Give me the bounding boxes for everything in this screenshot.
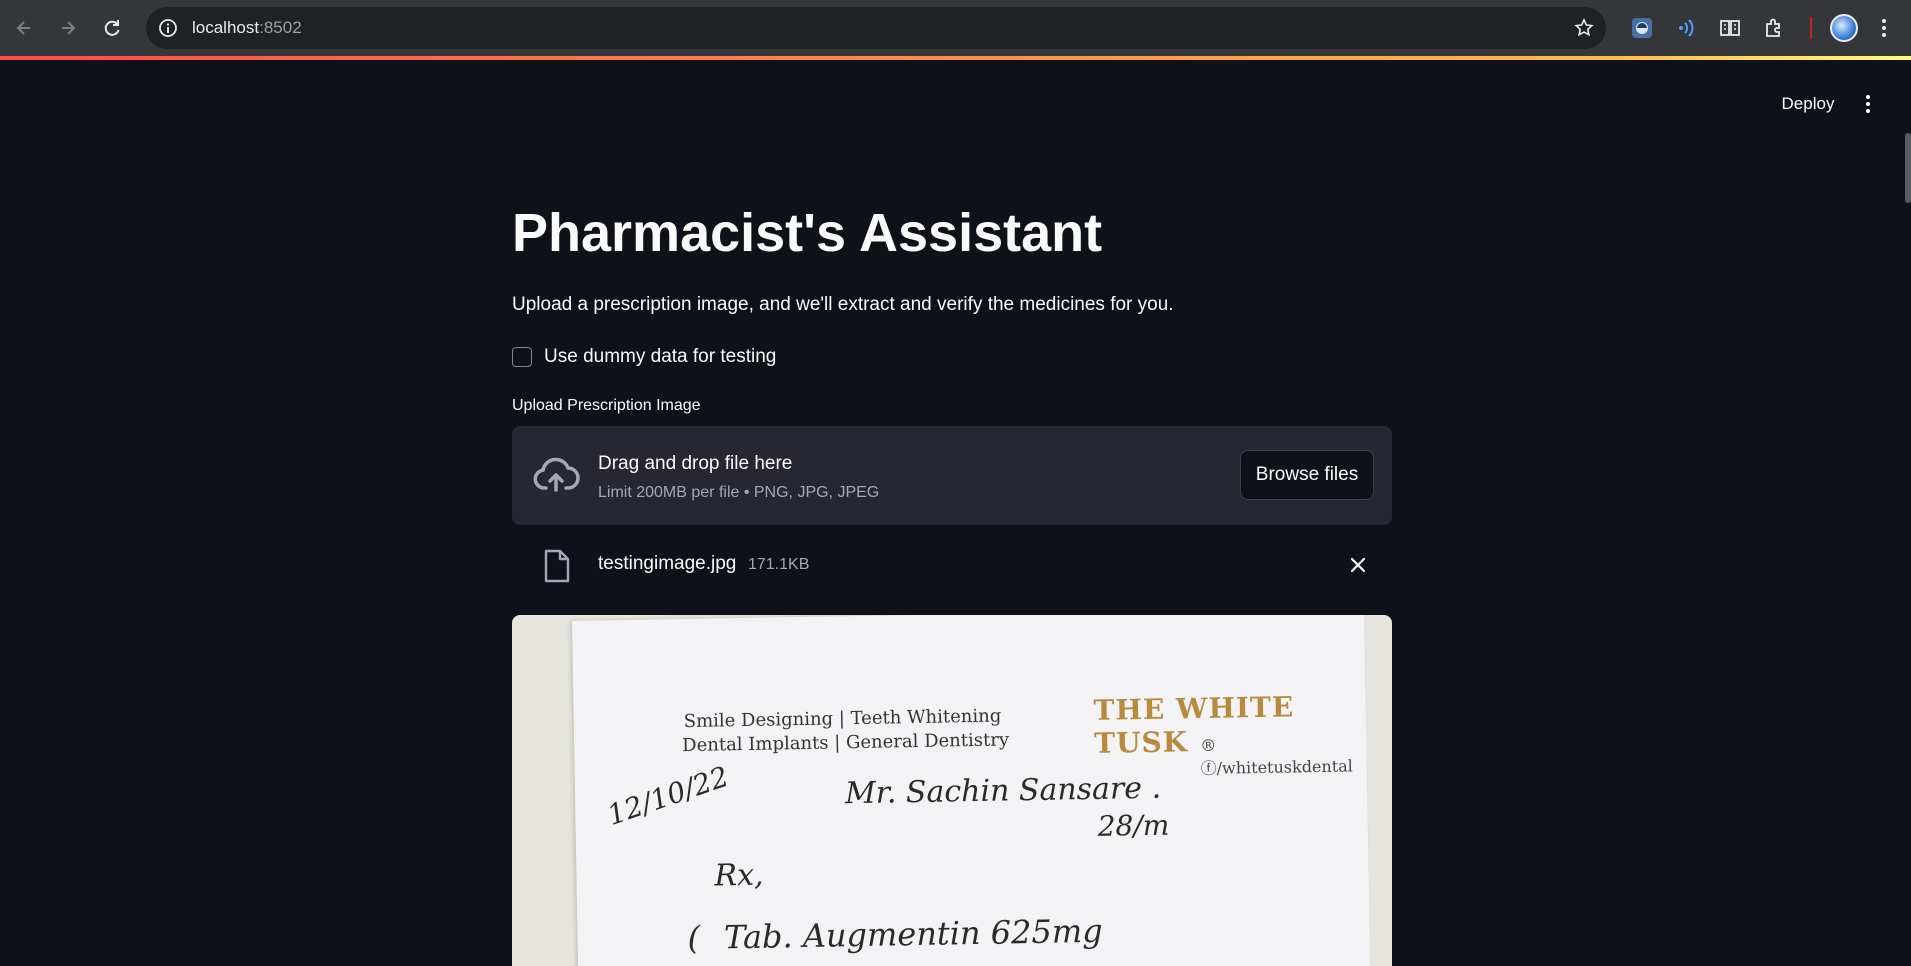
dropzone-title: Drag and drop file here (598, 453, 793, 474)
dummy-data-checkbox-row[interactable]: Use dummy data for testing (512, 344, 776, 370)
browser-menu-icon[interactable] (1872, 14, 1896, 42)
handwritten-date: 12/10/22 (603, 759, 733, 832)
app-decoration-bar (0, 56, 1911, 60)
cloud-upload-icon (533, 457, 580, 492)
handwritten-rx: Rx, (714, 857, 764, 894)
uploaded-file-row: testingimage.jpg 171.1KB (512, 540, 1392, 590)
browser-toolbar: localhost:8502 (0, 0, 1911, 56)
back-icon[interactable] (8, 12, 40, 44)
site-info-icon[interactable] (156, 16, 180, 40)
app-main-menu-icon[interactable] (1858, 90, 1878, 118)
extension-icon[interactable] (1628, 14, 1656, 42)
deploy-button[interactable]: Deploy (1768, 88, 1848, 120)
address-bar[interactable]: localhost:8502 (146, 7, 1606, 49)
file-name: testingimage.jpg (598, 553, 737, 574)
remove-file-close-icon[interactable] (1345, 552, 1371, 578)
browse-files-button[interactable]: Browse files (1240, 450, 1374, 500)
page-subtitle: Upload a prescription image, and we'll e… (512, 294, 1174, 315)
toolbar-divider (1810, 17, 1812, 39)
clinic-social-handle: ® ⓕ/whitetuskdental (1200, 735, 1353, 779)
reading-list-icon[interactable] (1716, 14, 1744, 42)
handwritten-age: 28/m (1097, 808, 1170, 843)
read-aloud-icon[interactable] (1672, 14, 1700, 42)
upload-label: Upload Prescription Image (512, 397, 701, 414)
handwritten-medicine-1: (Tab. Augmentin 625mg (687, 911, 1103, 958)
handwritten-patient-name: Mr. Sachin Sansare . (844, 770, 1162, 812)
prescription-paper: Smile Designing | Teeth Whitening Dental… (572, 615, 1371, 966)
clinic-tagline-1: Smile Designing | Teeth Whitening (683, 705, 1002, 733)
reload-icon[interactable] (96, 12, 128, 44)
bookmark-star-icon[interactable] (1572, 16, 1596, 40)
clinic-tagline-2: Dental Implants | General Dentistry (682, 729, 1010, 757)
dummy-data-checkbox[interactable] (512, 347, 532, 367)
forward-icon[interactable] (52, 12, 84, 44)
profile-avatar[interactable] (1830, 14, 1858, 42)
file-icon (544, 549, 570, 583)
dummy-data-label[interactable]: Use dummy data for testing (544, 346, 776, 368)
extensions-puzzle-icon[interactable] (1760, 14, 1788, 42)
page-scrollbar[interactable] (1905, 133, 1911, 203)
social-icons: ® ⓕ (1200, 735, 1217, 779)
page-title: Pharmacist's Assistant (512, 203, 1103, 263)
file-dropzone[interactable]: Drag and drop file here Limit 200MB per … (512, 426, 1392, 525)
dropzone-limit: Limit 200MB per file • PNG, JPG, JPEG (598, 484, 880, 501)
file-size: 171.1KB (748, 556, 810, 573)
url-text: localhost:8502 (192, 18, 302, 37)
prescription-image: Smile Designing | Teeth Whitening Dental… (512, 615, 1392, 966)
